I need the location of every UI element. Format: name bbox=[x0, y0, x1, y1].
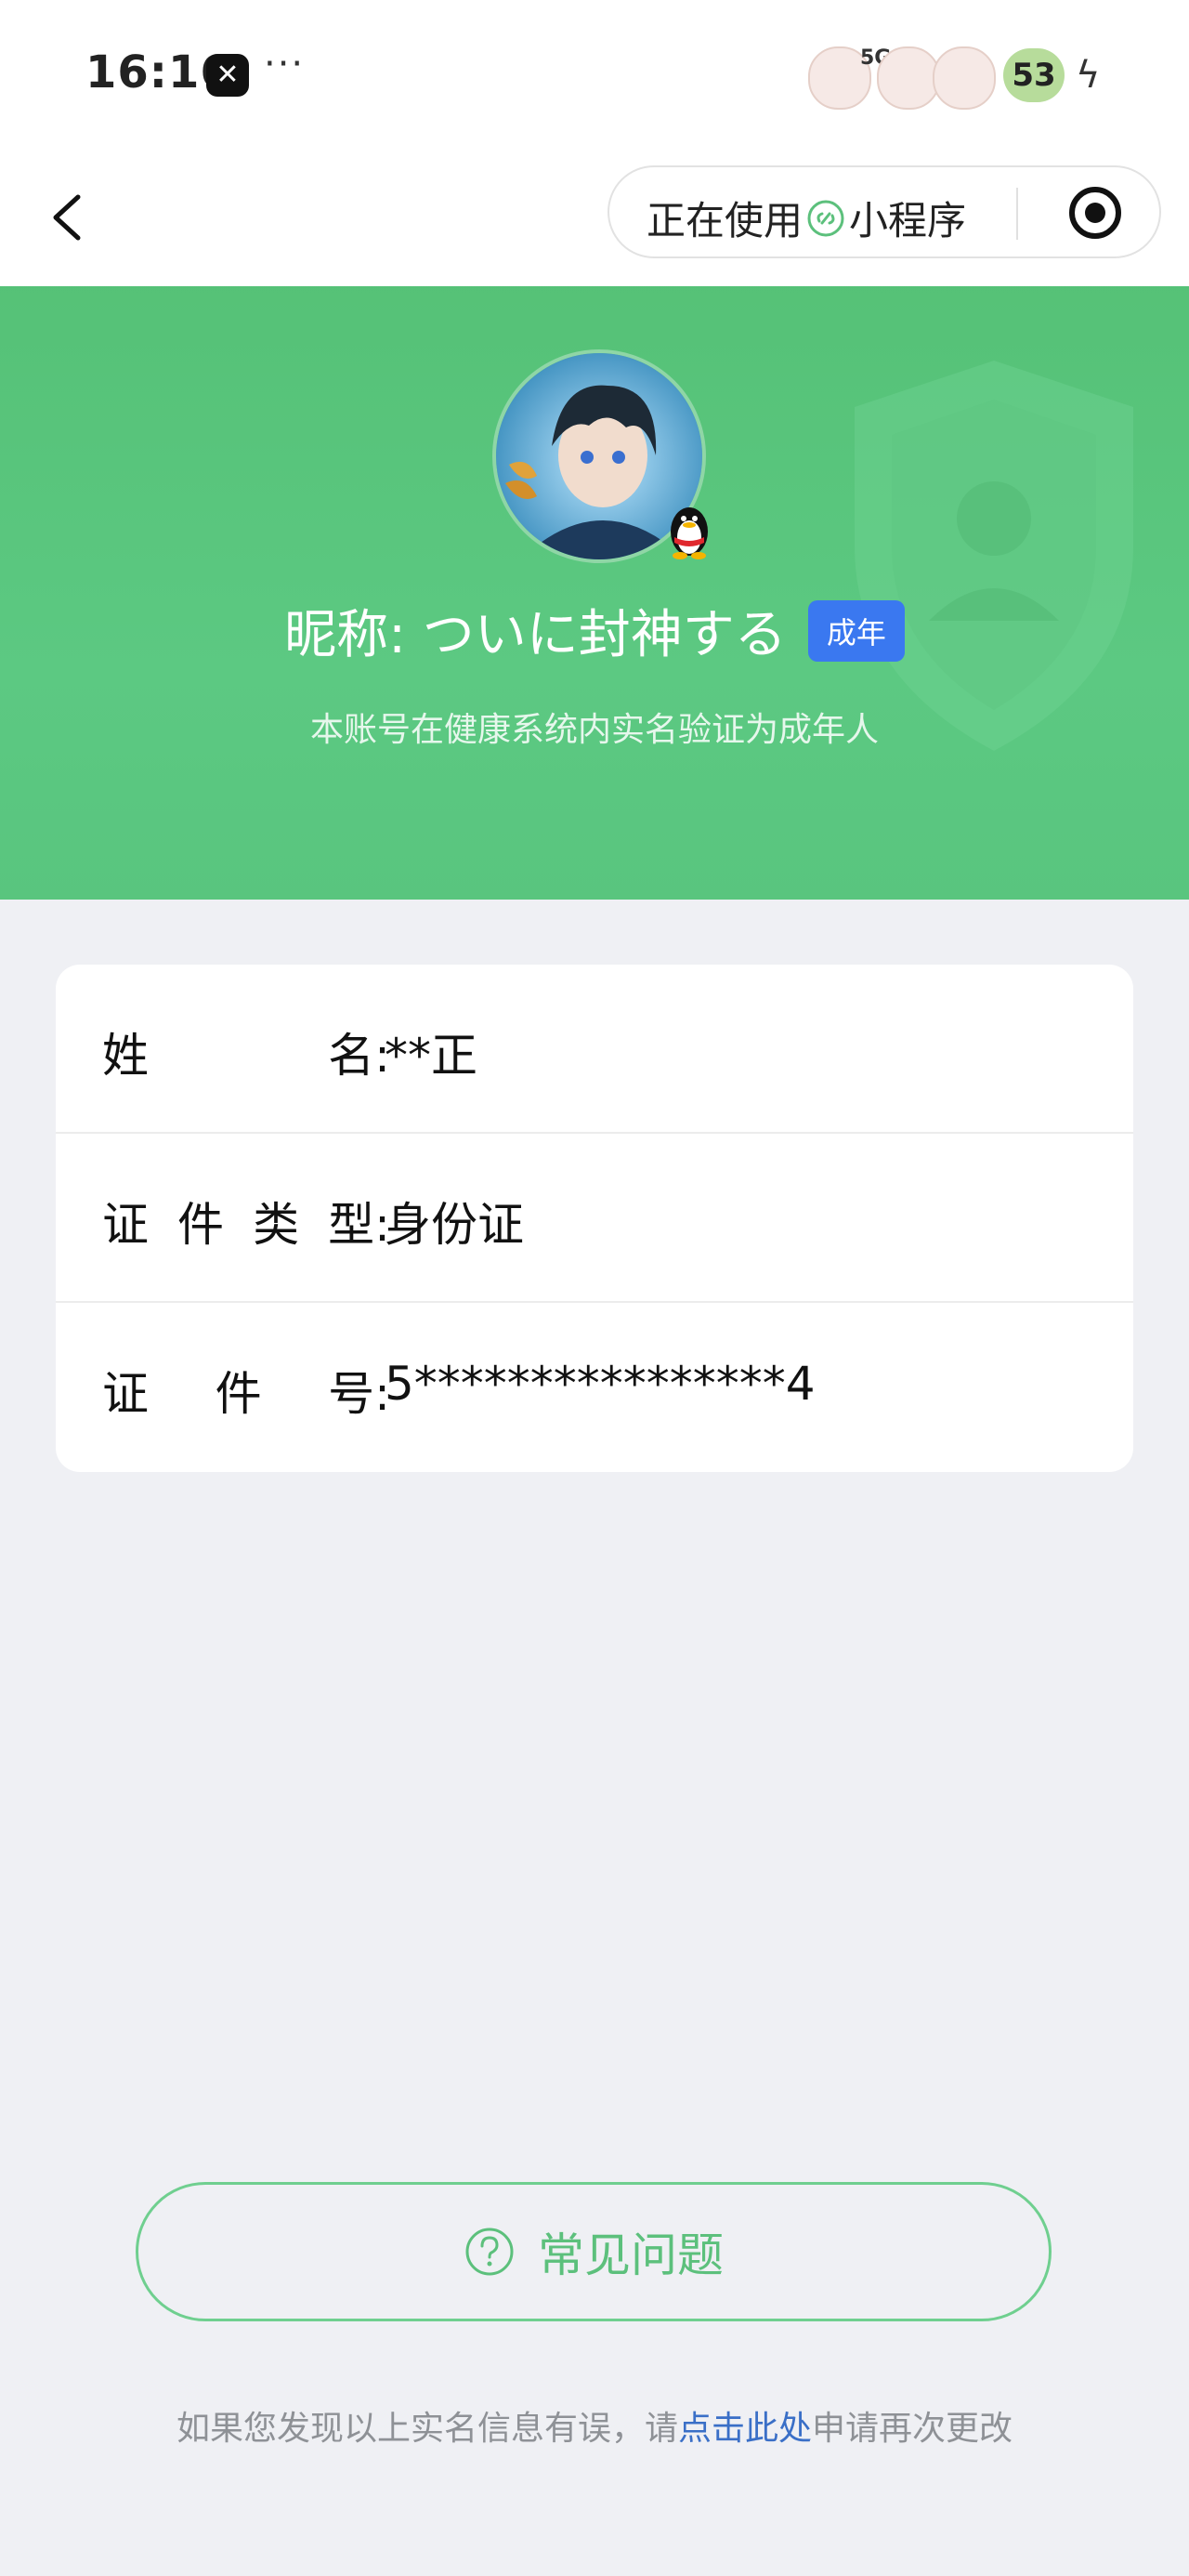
adult-badge: 成年 bbox=[807, 599, 905, 662]
bolt-icon: ϟ bbox=[1076, 54, 1101, 97]
capcut-icon: ✕ bbox=[206, 54, 249, 97]
close-mini-program-button[interactable] bbox=[1066, 184, 1124, 242]
profile-hero: 昵称: ついに封神する 成年 本账号在健康系统内实名验证为成年人 bbox=[0, 286, 1189, 900]
nickname-row: 昵称: ついに封神する 成年 bbox=[0, 593, 1189, 668]
back-button[interactable] bbox=[41, 180, 115, 255]
nickname: 昵称: ついに封神する bbox=[284, 605, 787, 665]
capsule-suffix: 小程序 bbox=[849, 198, 967, 243]
capsule-status[interactable]: 正在使用 小程序 bbox=[647, 190, 966, 246]
mini-program-capsule: 正在使用 小程序 bbox=[608, 165, 1161, 258]
info-row-id-type: 证 件 类 型: 身份证 bbox=[56, 1134, 1133, 1303]
more-notifications-icon: ··· bbox=[264, 43, 306, 85]
label-char: 件 bbox=[215, 1367, 262, 1421]
footer-prefix: 如果您发现以上实名信息有误，请 bbox=[176, 2410, 678, 2448]
faq-label: 常见问题 bbox=[538, 2228, 724, 2282]
label-char: 姓 bbox=[102, 1029, 149, 1083]
qq-penguin-icon bbox=[671, 507, 708, 559]
label-char: 名: bbox=[328, 1029, 390, 1083]
sticker-icon bbox=[933, 46, 996, 110]
chevron-left-icon bbox=[53, 194, 81, 241]
question-circle-icon bbox=[465, 2228, 514, 2276]
info-value-name: **正 bbox=[385, 1029, 477, 1083]
label-char: 证 bbox=[102, 1198, 149, 1252]
label-char: 类 bbox=[253, 1198, 300, 1252]
label-char: 号: bbox=[328, 1367, 390, 1421]
label-char: 件 bbox=[177, 1198, 225, 1252]
mini-program-link-icon bbox=[807, 200, 844, 236]
info-label: 姓 名: bbox=[102, 1019, 390, 1085]
capsule-divider bbox=[1016, 188, 1018, 240]
footer-note: 如果您发现以上实名信息有误，请点击此处申请再次更改 bbox=[0, 2401, 1189, 2450]
footer-suffix: 申请再次更改 bbox=[812, 2410, 1013, 2448]
capsule-prefix: 正在使用 bbox=[647, 198, 804, 243]
battery-level: 53 bbox=[1003, 48, 1065, 102]
info-value-id-type: 身份证 bbox=[385, 1198, 524, 1252]
faq-button[interactable]: 常见问题 bbox=[136, 2182, 1052, 2321]
record-icon bbox=[1069, 187, 1121, 239]
sticker-icon bbox=[877, 46, 940, 110]
change-info-link[interactable]: 点击此处 bbox=[678, 2410, 812, 2448]
info-row-name: 姓 名: **正 bbox=[56, 965, 1133, 1134]
info-label: 证 件 号: bbox=[102, 1357, 390, 1424]
identity-info-card: 姓 名: **正 证 件 类 型: 身份证 证 件 号: 5**********… bbox=[56, 965, 1133, 1472]
info-label: 证 件 类 型: bbox=[102, 1188, 390, 1255]
nav-bar: 正在使用 小程序 bbox=[0, 149, 1189, 286]
info-row-id-number: 证 件 号: 5****************4 bbox=[56, 1303, 1133, 1472]
label-char: 证 bbox=[102, 1367, 149, 1421]
verification-subtitle: 本账号在健康系统内实名验证为成年人 bbox=[309, 711, 879, 749]
label-char: 型: bbox=[328, 1198, 390, 1252]
status-bar: 16:16 ✕ ··· 5G 53 ϟ bbox=[0, 0, 1189, 149]
info-value-id-number: 5****************4 bbox=[385, 1357, 816, 1411]
